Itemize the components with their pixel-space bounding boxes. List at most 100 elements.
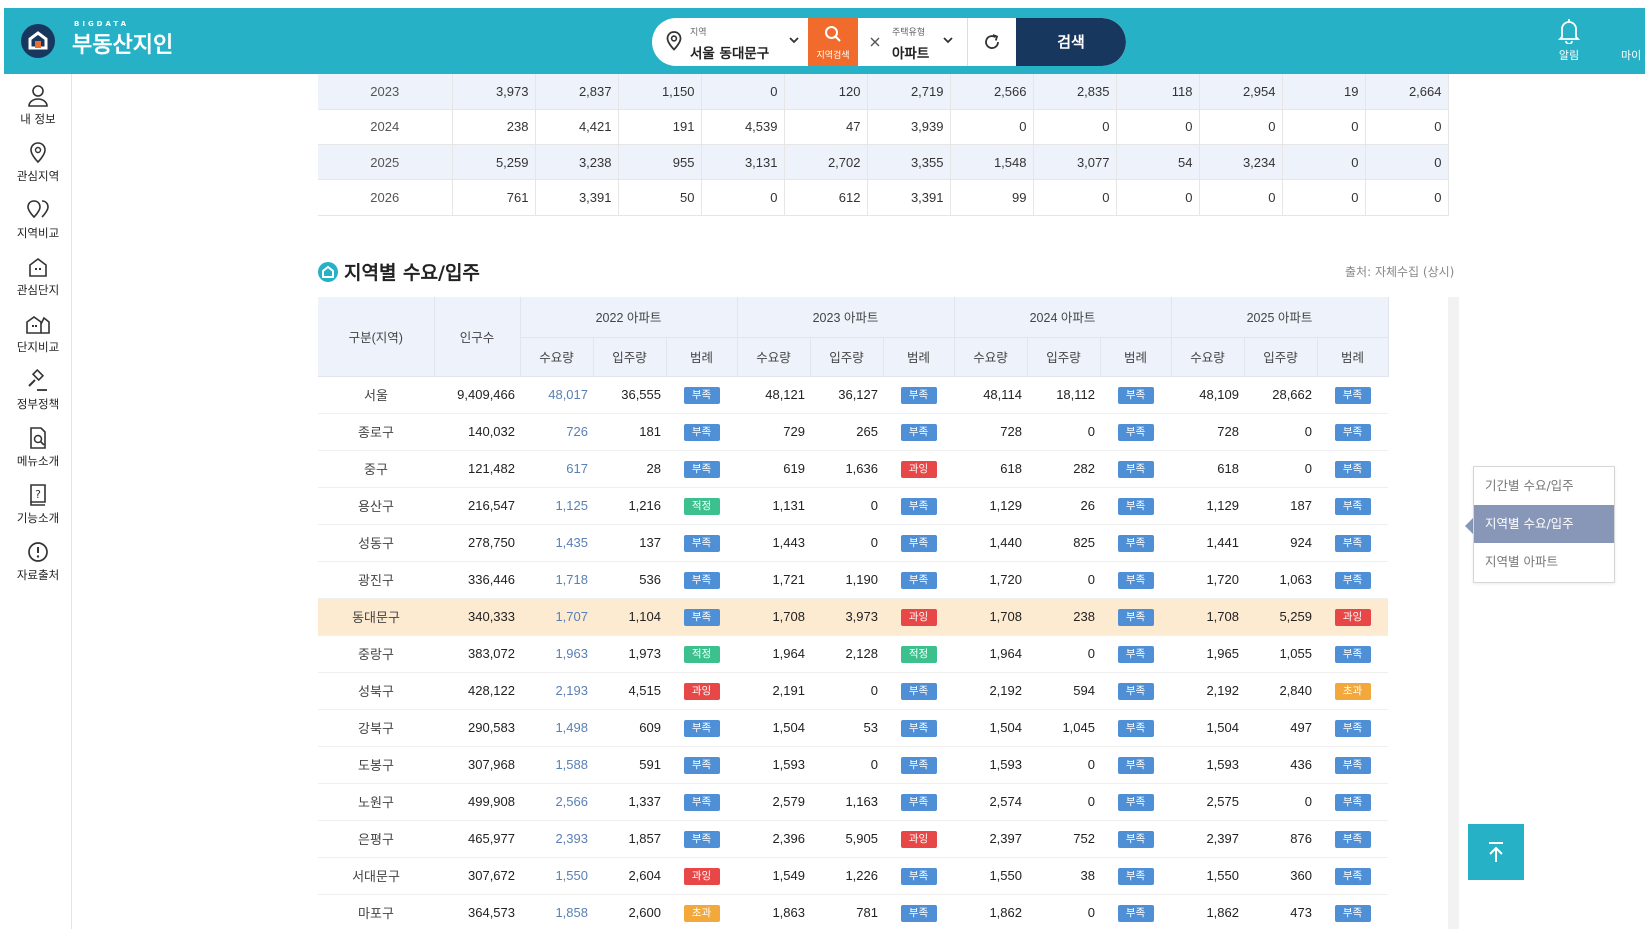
scroll-to-top-button[interactable] [1468, 824, 1524, 880]
table-row[interactable]: 광진구 336,446 1,718 536 부족 1,721 1,190 부족 1,720 0 부족… [318, 561, 1400, 599]
sidebar-item-menu-intro[interactable]: 메뉴소개 [4, 426, 72, 469]
legend-cell: 과잉 [666, 672, 737, 710]
table-row[interactable]: 노원구 499,908 2,566 1,337 부족 2,579 1,163 부족 2,574 0… [318, 783, 1400, 821]
region-name-cell[interactable]: 도봉구 [318, 746, 434, 784]
value-cell: 0 [1282, 179, 1366, 216]
demand-cell: 2,192 [954, 672, 1027, 710]
section-title-text: 지역별 수요/입주 [344, 262, 480, 284]
region-name-cell[interactable]: 중랑구 [318, 635, 434, 673]
table-row-selected[interactable]: 동대문구 340,333 1,707 1,104 부족 1,708 3,973 과잉 1,708… [318, 598, 1400, 636]
sidebar-item-region-compare[interactable]: 지역비교 [4, 198, 72, 241]
legend-cell: 부족 [666, 709, 737, 747]
status-badge: 부족 [683, 719, 720, 737]
supply-cell: 265 [810, 413, 883, 451]
table-row[interactable]: 용산구 216,547 1,125 1,216 적정 1,131 0 부족 1,129 26 부족 1… [318, 487, 1400, 525]
demand-cell: 2,193 [520, 672, 593, 710]
my-button[interactable]: 마이 [1621, 47, 1645, 63]
status-badge: 적정 [683, 497, 720, 515]
sidebar-item-interest-complex[interactable]: 관심단지 [4, 255, 72, 298]
section-nav-item-region[interactable]: 지역별 수요/입주 [1474, 505, 1614, 543]
region-name-cell[interactable]: 마포구 [318, 894, 434, 929]
legend-cell: 부족 [883, 709, 954, 747]
region-name-cell[interactable]: 용산구 [318, 487, 434, 525]
logo-title: 부동산지인 [72, 33, 174, 58]
region-name-cell[interactable]: 종로구 [318, 413, 434, 451]
table-row[interactable]: 성북구 428,122 2,193 4,515 과잉 2,191 0 부족 2,192 594 부족… [318, 672, 1400, 710]
demand-cell: 1,721 [737, 561, 810, 599]
refresh-button[interactable] [968, 18, 1016, 66]
region-search-button[interactable]: 지역검색 [808, 18, 858, 66]
legend-cell: 부족 [1100, 635, 1171, 673]
table-row[interactable]: 서울 9,409,466 48,017 36,555 부족 48,121 36,127 부족 4… [318, 376, 1400, 414]
housing-type-select[interactable]: 주택유형 아파트 [858, 18, 968, 66]
value-cell: 50 [618, 179, 702, 216]
table-row[interactable]: 종로구 140,032 726 181 부족 729 265 부족 728 0 부족 728 0 부족 [318, 413, 1400, 451]
demand-cell: 2,574 [954, 783, 1027, 821]
demand-cell: 1,720 [1171, 561, 1244, 599]
region-name-cell[interactable]: 동대문구 [318, 598, 434, 636]
demand-cell: 1,549 [737, 857, 810, 895]
region-name-cell[interactable]: 서울 [318, 376, 434, 414]
table-row[interactable]: 서대문구 307,672 1,550 2,604 과잉 1,549 1,226 부족 1,550… [318, 857, 1400, 895]
supply-cell: 1,337 [593, 783, 666, 821]
supply-cell: 752 [1027, 820, 1100, 858]
region-name-cell[interactable]: 광진구 [318, 561, 434, 599]
supply-cell: 1,857 [593, 820, 666, 858]
refresh-icon [985, 34, 999, 49]
column-header-legend: 범례 [883, 337, 955, 377]
housing-type-label: 주택유형 [892, 28, 926, 38]
table-row[interactable]: 강북구 290,583 1,498 609 부족 1,504 53 부족 1,504 1,045 부… [318, 709, 1400, 747]
status-badge: 부족 [1334, 386, 1371, 404]
status-badge: 과잉 [683, 682, 720, 700]
region-name-cell[interactable]: 노원구 [318, 783, 434, 821]
sidebar-item-data-source[interactable]: 자료출처 [4, 540, 72, 583]
sidebar-item-my-info[interactable]: 내 정보 [4, 84, 72, 127]
logo-text[interactable]: BIGDATA 부동산지인 [72, 20, 173, 59]
section-nav-item-region-apartment[interactable]: 지역별 아파트 [1474, 543, 1614, 581]
table-row[interactable]: 은평구 465,977 2,393 1,857 부족 2,396 5,905 과잉 2,397 7… [318, 820, 1400, 858]
supply-cell: 497 [1244, 709, 1317, 747]
region-name-cell[interactable]: 서대문구 [318, 857, 434, 895]
sidebar-item-complex-compare[interactable]: 단지비교 [4, 312, 72, 355]
status-badge: 부족 [1117, 682, 1154, 700]
legend-cell: 부족 [1317, 450, 1388, 488]
sidebar-item-interest-region[interactable]: 관심지역 [4, 141, 72, 184]
home-circle-icon [318, 262, 338, 282]
region-name-cell[interactable]: 중구 [318, 450, 434, 488]
table-edge-cell [1388, 635, 1400, 672]
region-name-cell[interactable]: 성북구 [318, 672, 434, 710]
status-badge: 부족 [1117, 719, 1154, 737]
regional-demand-table-container[interactable]: 구분(지역) 인구수 2022 아파트 2023 아파트 2024 아파트 20… [318, 297, 1459, 929]
value-cell: 5,259 [452, 144, 536, 181]
close-icon[interactable] [870, 37, 880, 47]
legend-cell: 부족 [883, 672, 954, 710]
supply-cell: 436 [1244, 746, 1317, 784]
column-header-supply: 입주량 [593, 337, 667, 377]
demand-cell: 1,440 [954, 524, 1027, 562]
table-row[interactable]: 중랑구 383,072 1,963 1,973 적정 1,964 2,128 적정 1,964 0… [318, 635, 1400, 673]
chevron-down-icon [789, 37, 799, 44]
column-header-year-2024: 2024 아파트 [954, 297, 1172, 338]
table-row[interactable]: 중구 121,482 617 28 부족 619 1,636 과잉 618 282 부족 618 0 부족 [318, 450, 1400, 488]
region-name-cell[interactable]: 강북구 [318, 709, 434, 747]
sidebar-item-feature-intro[interactable]: ? 기능소개 [4, 483, 72, 526]
value-cell: 3,391 [535, 179, 619, 216]
alarm-button[interactable]: 알림 [1549, 18, 1589, 63]
search-button[interactable]: 검색 [1016, 18, 1126, 66]
region-name-cell[interactable]: 성동구 [318, 524, 434, 562]
sidebar-item-gov-policy[interactable]: 정부정책 [4, 369, 72, 412]
table-row[interactable]: 마포구 364,573 1,858 2,600 초과 1,863 781 부족 1,862 0 부족… [318, 894, 1400, 929]
section-nav-item-period[interactable]: 기간별 수요/입주 [1474, 467, 1614, 505]
table-scrollbar[interactable] [1448, 297, 1459, 929]
legend-cell: 부족 [883, 561, 954, 599]
table-row: 2023 3,973 2,837 1,150 0 120 2,719 2,566 2,835 11… [318, 74, 1449, 110]
table-row[interactable]: 성동구 278,750 1,435 137 부족 1,443 0 부족 1,440 825 부족 1,… [318, 524, 1400, 562]
legend-cell: 부족 [1100, 487, 1171, 525]
region-name-cell[interactable]: 은평구 [318, 820, 434, 858]
column-header-legend: 범례 [1100, 337, 1172, 377]
logo-icon[interactable] [21, 24, 55, 58]
region-select[interactable]: 지역 서울 동대문구 [652, 18, 808, 66]
table-edge-cell [1388, 709, 1400, 746]
table-row[interactable]: 도봉구 307,968 1,588 591 부족 1,593 0 부족 1,593 0 부족 1,59… [318, 746, 1400, 784]
supply-cell: 1,973 [593, 635, 666, 673]
